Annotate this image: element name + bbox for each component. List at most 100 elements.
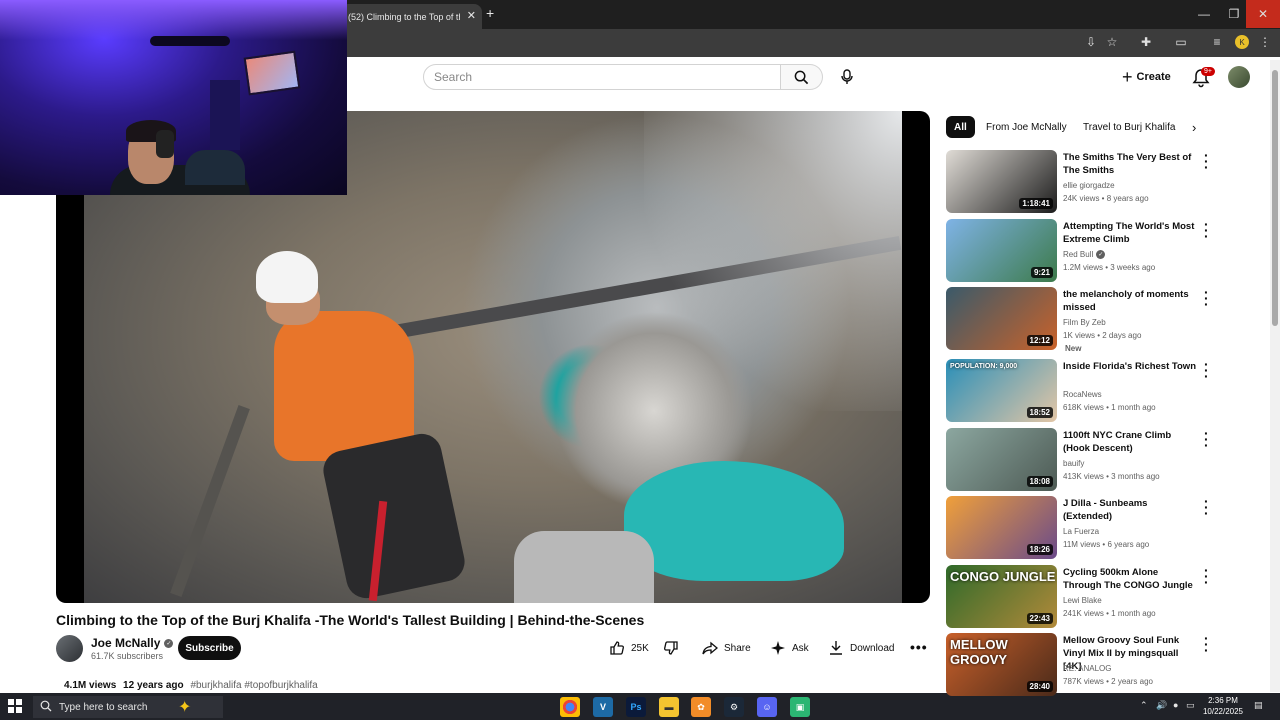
thumbs-down-icon	[664, 641, 678, 655]
chip-from-channel[interactable]: From Joe McNally	[978, 116, 1075, 138]
taskbar-clock[interactable]: 2:36 PM 10/22/2025	[1198, 695, 1248, 717]
video-duration: 18:08	[1026, 476, 1053, 487]
more-options-icon[interactable]: · · ·	[1204, 285, 1209, 311]
recommendation-thumbnail[interactable]: 18:08	[946, 428, 1057, 491]
recommendation-thumbnail[interactable]: MELLOW GROOVY 28:40	[946, 633, 1057, 696]
more-options-icon[interactable]: · · ·	[1204, 494, 1209, 520]
recommendation-item[interactable]: 9:21 Attempting The World's Most Extreme …	[946, 217, 1216, 283]
recommendation-channel[interactable]: RE: ANALOG	[1063, 664, 1111, 673]
recommendation-thumbnail[interactable]: POPULATION: 9,000 18:52	[946, 359, 1057, 422]
clock-date: 10/22/2025	[1202, 707, 1244, 716]
install-icon[interactable]: ⇩	[1082, 34, 1100, 50]
recommendation-thumbnail[interactable]: 9:21	[946, 219, 1057, 282]
recommendation-item[interactable]: CONGO JUNGLE 22:43 Cycling 500km Alone Thr…	[946, 563, 1216, 629]
vegas-icon[interactable]: V	[593, 697, 613, 717]
star-icon[interactable]: ☆	[1103, 34, 1121, 50]
subscribe-button[interactable]: Subscribe	[178, 636, 241, 660]
recommendation-title[interactable]: 1100ft NYC Crane Climb (Hook Descent)	[1063, 429, 1198, 455]
discord-icon[interactable]: ☺	[757, 697, 777, 717]
chip-all[interactable]: All	[946, 116, 975, 138]
recommendation-thumbnail[interactable]: CONGO JUNGLE 22:43	[946, 565, 1057, 628]
create-button[interactable]: + Create	[1122, 66, 1171, 88]
channel-avatar[interactable]	[56, 635, 83, 662]
description-summary[interactable]: 4.1M views 12 years ago #burjkhalifa #to…	[64, 680, 318, 691]
menu-icon[interactable]: ⋮	[1256, 34, 1274, 50]
recommendation-channel[interactable]: La Fuerza	[1063, 527, 1099, 536]
recommendation-item[interactable]: 1:18:41 The Smiths The Very Best of The S…	[946, 148, 1216, 214]
more-options-icon[interactable]: · · ·	[1204, 426, 1209, 452]
recommendation-channel[interactable]: Red Bull ✓	[1063, 250, 1106, 259]
recommendation-item[interactable]: 12:12 the melancholy of moments missed Fil…	[946, 285, 1216, 353]
recommendation-title[interactable]: Cycling 500km Alone Through The CONGO Ju…	[1063, 566, 1198, 592]
recommendation-thumbnail[interactable]: 12:12	[946, 287, 1057, 350]
recommendation-title[interactable]: the melancholy of moments missed	[1063, 288, 1198, 314]
recommendation-title[interactable]: Inside Florida's Richest Town	[1063, 360, 1198, 373]
recommendation-channel[interactable]: ellie giorgadze	[1063, 181, 1115, 190]
photoshop-icon[interactable]: Ps	[626, 697, 646, 717]
chevron-right-icon[interactable]: ›	[1192, 120, 1196, 135]
like-button[interactable]: 25K	[609, 639, 649, 657]
search-input[interactable]: Search	[423, 64, 781, 90]
download-button[interactable]: Download	[828, 639, 894, 657]
recommendation-title[interactable]: J Dilla - Sunbeams (Extended)	[1063, 497, 1198, 523]
recommendation-channel[interactable]: Film By Zeb	[1063, 318, 1106, 327]
window-close-icon[interactable]: ✕	[1246, 0, 1280, 28]
recommendation-channel[interactable]: bauify	[1063, 459, 1084, 468]
taskbar-search-input[interactable]: Type here to search	[33, 696, 223, 718]
cast-icon[interactable]: ▭	[1172, 34, 1190, 50]
recommendation-item[interactable]: MELLOW GROOVY 28:40 Mellow Groovy Soul Fun…	[946, 631, 1216, 697]
chrome-icon[interactable]	[560, 697, 580, 717]
view-count: 4.1M views	[64, 680, 117, 691]
account-avatar[interactable]	[1228, 66, 1250, 88]
ask-button[interactable]: Ask	[770, 639, 809, 657]
video-scene-sky	[644, 111, 902, 411]
speaker-icon[interactable]: 🔊	[1156, 700, 1167, 711]
browser-profile-avatar[interactable]: K	[1235, 35, 1249, 49]
fl-studio-icon[interactable]: ✿	[691, 697, 711, 717]
recommendation-item[interactable]: 18:26 J Dilla - Sunbeams (Extended) La Fue…	[946, 494, 1216, 560]
recommendation-title[interactable]: The Smiths The Very Best of The Smiths	[1063, 151, 1198, 177]
tray-overflow-icon[interactable]: ⌃	[1140, 700, 1148, 711]
search-button[interactable]	[781, 64, 823, 90]
browser-tab[interactable]: (52) Climbing to the Top of the ✕	[340, 4, 482, 29]
more-options-icon[interactable]: · · ·	[1204, 148, 1209, 174]
recommendation-thumbnail[interactable]: 1:18:41	[946, 150, 1057, 213]
more-options-icon[interactable]: · · ·	[1204, 563, 1209, 589]
video-duration: 9:21	[1030, 267, 1053, 278]
recommendation-channel[interactable]: Lewi Blake	[1063, 596, 1102, 605]
minimize-icon[interactable]: —	[1188, 0, 1220, 28]
extensions-icon[interactable]: ✚	[1137, 34, 1155, 50]
verified-icon: ✓	[164, 638, 174, 648]
video-duration: 12:12	[1026, 335, 1053, 346]
file-explorer-icon[interactable]: ▬	[659, 697, 679, 717]
new-tab-icon[interactable]: +	[486, 5, 494, 21]
windows-start-icon[interactable]	[8, 699, 22, 713]
webcam-door	[210, 80, 240, 150]
voice-search-button[interactable]	[836, 66, 858, 88]
recommendation-item[interactable]: POPULATION: 9,000 18:52 Inside Florida's R…	[946, 357, 1216, 423]
more-actions-button[interactable]: •••	[910, 639, 928, 655]
app-icon[interactable]: ▣	[790, 697, 810, 717]
dislike-button[interactable]	[663, 639, 679, 657]
channel-name[interactable]: Joe McNally ✓	[91, 636, 174, 650]
recommendation-title[interactable]: Attempting The World's Most Extreme Clim…	[1063, 220, 1198, 246]
recommendation-thumbnail[interactable]: 18:26	[946, 496, 1057, 559]
more-options-icon[interactable]: · · ·	[1204, 217, 1209, 243]
notifications-icon[interactable]: ▤	[1254, 700, 1263, 711]
video-duration: 28:40	[1026, 681, 1053, 692]
more-options-icon[interactable]: · · ·	[1204, 631, 1209, 657]
more-options-icon[interactable]: · · ·	[1204, 357, 1209, 383]
tab-close-icon[interactable]: ✕	[467, 9, 476, 22]
hashtags[interactable]: #burjkhalifa #topofburjkhalifa	[190, 680, 317, 691]
network-icon[interactable]: ▭	[1186, 700, 1195, 711]
microphone-tray-icon[interactable]: ●	[1173, 700, 1178, 710]
recommendation-channel[interactable]: RocaNews	[1063, 390, 1102, 399]
scrollbar-thumb[interactable]	[1272, 70, 1278, 326]
media-icon[interactable]: ≡	[1208, 34, 1226, 50]
video-title: Climbing to the Top of the Burj Khalifa …	[56, 612, 645, 628]
steam-icon[interactable]: ⚙	[724, 697, 744, 717]
recommendation-meta: 1.2M views • 3 weeks ago	[1063, 263, 1156, 272]
recommendation-item[interactable]: 18:08 1100ft NYC Crane Climb (Hook Descen…	[946, 426, 1216, 492]
chip-travel[interactable]: Travel to Burj Khalifa	[1075, 116, 1183, 138]
share-button[interactable]: Share	[702, 639, 751, 657]
